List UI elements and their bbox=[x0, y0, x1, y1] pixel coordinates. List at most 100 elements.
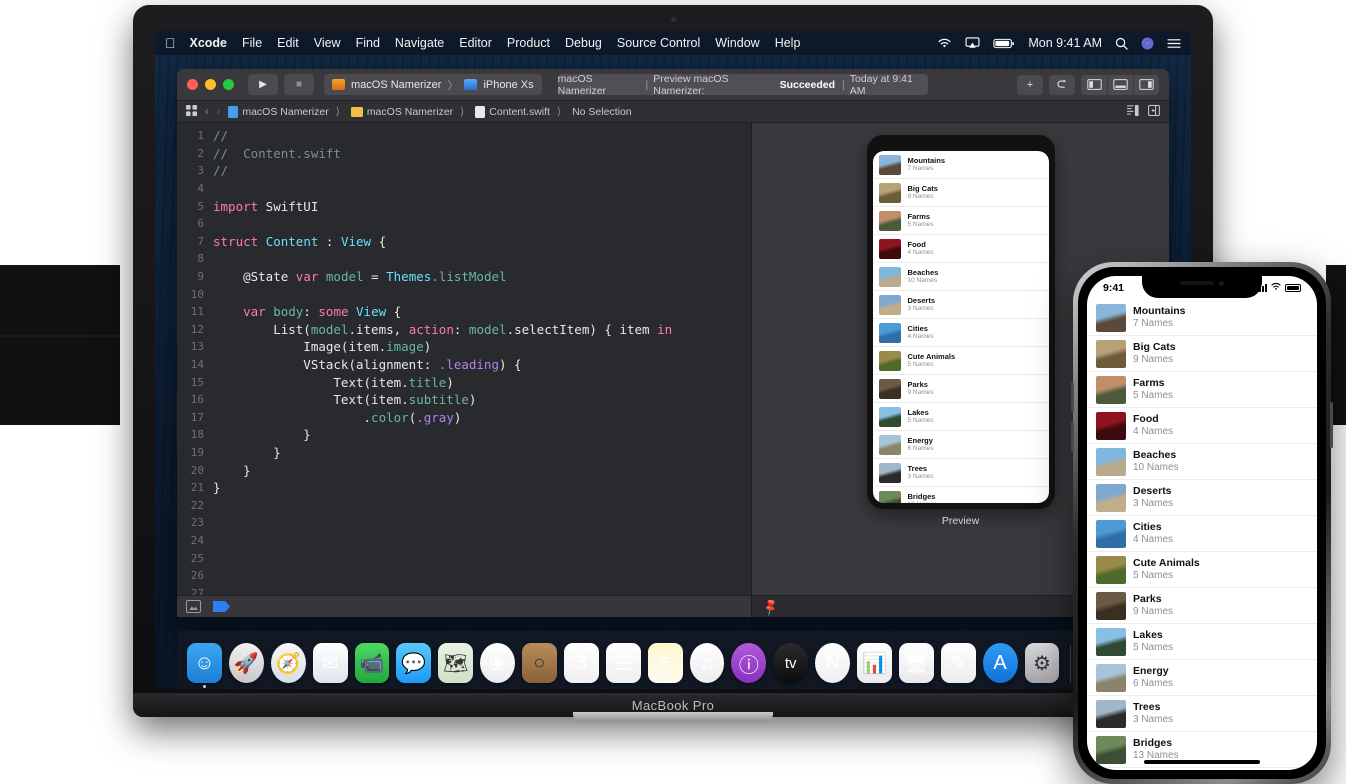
code-line[interactable]: 21} bbox=[177, 479, 751, 497]
add-button[interactable]: + bbox=[1017, 74, 1043, 95]
list-item[interactable]: Farms 5 Names bbox=[1087, 372, 1317, 408]
code-line[interactable]: 2 // Content.swift bbox=[177, 145, 751, 163]
breadcrumb-selection[interactable]: No Selection bbox=[572, 106, 632, 118]
iphone-volume-up-button[interactable] bbox=[1071, 382, 1074, 412]
list-item[interactable]: Parks 9 Names bbox=[872, 375, 1049, 403]
code-lines[interactable]: 1 // 2 // Content.swift 3 // 4 5 import SwiftUI 6… bbox=[177, 123, 751, 595]
list-item[interactable]: Big Cats 9 Names bbox=[1087, 336, 1317, 372]
stop-square-icon[interactable]: ■ bbox=[284, 74, 314, 95]
dock-item-messages[interactable]: 💬 bbox=[396, 643, 432, 683]
code-line[interactable]: 7 struct Content : View { bbox=[177, 233, 751, 251]
dock-item-calendar[interactable]: 3 bbox=[563, 643, 599, 683]
wifi-icon[interactable] bbox=[937, 37, 952, 49]
menu-item-debug[interactable]: Debug bbox=[565, 36, 602, 50]
pin-icon[interactable]: 📌 bbox=[760, 596, 780, 616]
dock-item-news[interactable]: N bbox=[815, 643, 850, 683]
code-line[interactable]: 10 bbox=[177, 285, 751, 303]
menubar-clock[interactable]: Mon 9:41 AM bbox=[1028, 36, 1102, 50]
run-play-icon[interactable]: ▶ bbox=[248, 74, 278, 95]
breadcrumb-folder[interactable]: macOS Namerizer ⟩ bbox=[350, 106, 467, 118]
list-item[interactable]: Farms 5 Names bbox=[872, 207, 1049, 235]
menu-item-xcode[interactable]: Xcode bbox=[190, 36, 228, 50]
list-item[interactable]: Deserts 3 Names bbox=[872, 291, 1049, 319]
dock-item-keynote[interactable]: 🖥 bbox=[898, 643, 934, 683]
dock-item-facetime[interactable]: 📹 bbox=[354, 643, 390, 683]
list-item[interactable]: Cities 4 Names bbox=[872, 319, 1049, 347]
forward-button[interactable]: › bbox=[217, 106, 221, 118]
dock-item-finder[interactable]: ☺ bbox=[187, 643, 222, 688]
dock-item-safari[interactable]: 🧭 bbox=[270, 643, 306, 683]
code-line[interactable]: 14 VStack(alignment: .leading) { bbox=[177, 356, 751, 374]
code-line[interactable]: 13 Image(item.image) bbox=[177, 338, 751, 356]
code-line[interactable]: 22 bbox=[177, 496, 751, 514]
menu-item-view[interactable]: View bbox=[314, 36, 341, 50]
code-line[interactable]: 3 // bbox=[177, 162, 751, 180]
code-line[interactable]: 11 var body: some View { bbox=[177, 303, 751, 321]
dock-item-itunes[interactable]: ♫ bbox=[689, 643, 725, 683]
code-line[interactable]: 18 } bbox=[177, 426, 751, 444]
dock-item-contacts[interactable]: ○ bbox=[522, 643, 557, 683]
scheme-selector[interactable]: macOS Namerizer 〉 iPhone Xs bbox=[324, 74, 542, 95]
related-items-icon[interactable] bbox=[186, 104, 197, 119]
list-item[interactable]: Energy 6 Names bbox=[872, 431, 1049, 459]
menu-item-edit[interactable]: Edit bbox=[277, 36, 299, 50]
list-item[interactable]: Beaches 10 Names bbox=[872, 263, 1049, 291]
list-item[interactable]: Lakes 5 Names bbox=[1087, 624, 1317, 660]
list-item[interactable]: Food 4 Names bbox=[1087, 408, 1317, 444]
jump-arrow-icon[interactable] bbox=[1049, 74, 1075, 95]
list-item[interactable]: Trees 3 Names bbox=[1087, 696, 1317, 732]
iphone-power-button[interactable] bbox=[1330, 402, 1333, 448]
battery-icon[interactable] bbox=[993, 38, 1015, 49]
code-line[interactable]: 27 bbox=[177, 584, 751, 595]
code-line[interactable]: 17 .color(.gray) bbox=[177, 409, 751, 427]
list-item[interactable]: Parks 9 Names bbox=[1087, 588, 1317, 624]
bottom-panel-icon[interactable] bbox=[1107, 74, 1133, 95]
back-button[interactable]: ‹ bbox=[205, 106, 209, 118]
minimize-button[interactable] bbox=[205, 79, 216, 90]
list-item[interactable]: Bridges13 Names bbox=[873, 487, 1049, 503]
list-item[interactable]: Energy 6 Names bbox=[1087, 660, 1317, 696]
assistant-editor-icon[interactable] bbox=[1148, 104, 1160, 119]
dock-item-app-store[interactable]: A bbox=[982, 643, 1018, 683]
menu-item-product[interactable]: Product bbox=[507, 36, 550, 50]
zoom-button[interactable] bbox=[223, 79, 234, 90]
code-line[interactable]: 8 bbox=[177, 250, 751, 268]
apple-icon[interactable]:  bbox=[165, 36, 176, 50]
list-item[interactable]: Cute Animals 5 Names bbox=[1087, 552, 1317, 588]
iphone-home-indicator[interactable] bbox=[1144, 760, 1260, 764]
code-line[interactable]: 26 bbox=[177, 567, 751, 585]
left-panel-icon[interactable] bbox=[1081, 75, 1107, 95]
image-literal-icon[interactable] bbox=[186, 600, 201, 613]
list-item[interactable]: Cities 4 Names bbox=[1087, 516, 1317, 552]
dock-item-apple-tv[interactable]: tv bbox=[773, 643, 809, 683]
dock-item-notes[interactable]: ≡ bbox=[647, 643, 683, 683]
list-item[interactable]: Cute Animals 5 Names bbox=[872, 347, 1049, 375]
dock-item-maps[interactable]: 🗺 bbox=[438, 643, 474, 683]
iphone-list[interactable]: Mountains 7 Names Big Cats 9 Names Farms 5 Na… bbox=[1087, 300, 1317, 770]
menu-item-source-control[interactable]: Source Control bbox=[617, 36, 700, 50]
code-line[interactable]: 20 } bbox=[177, 461, 751, 479]
dock-item-system-preferences[interactable]: ⚙ bbox=[1024, 643, 1060, 683]
right-panel-icon[interactable] bbox=[1133, 74, 1159, 95]
dock-item-mail[interactable]: ✉ bbox=[312, 643, 348, 683]
minimap-icon[interactable] bbox=[1127, 104, 1139, 119]
code-line[interactable]: 19 } bbox=[177, 444, 751, 462]
dock-item-podcasts[interactable]: ⓘ bbox=[731, 643, 767, 683]
dock-item-pages[interactable]: ✎ bbox=[940, 643, 976, 683]
menu-item-editor[interactable]: Editor bbox=[459, 36, 492, 50]
window-traffic-lights[interactable] bbox=[187, 79, 234, 90]
siri-icon[interactable] bbox=[1141, 37, 1154, 50]
search-icon[interactable] bbox=[1115, 37, 1128, 50]
control-center-icon[interactable] bbox=[1167, 38, 1181, 49]
menu-item-window[interactable]: Window bbox=[715, 36, 759, 50]
code-line[interactable]: 6 bbox=[177, 215, 751, 233]
dock-item-photos[interactable]: ❀ bbox=[480, 643, 515, 683]
list-item[interactable]: Trees 3 Names bbox=[872, 459, 1049, 487]
code-line[interactable]: 5 import SwiftUI bbox=[177, 197, 751, 215]
code-line[interactable]: 16 Text(item.subtitle) bbox=[177, 391, 751, 409]
menu-item-find[interactable]: Find bbox=[356, 36, 380, 50]
source-editor[interactable]: 1 // 2 // Content.swift 3 // 4 5 import SwiftUI 6… bbox=[177, 123, 752, 617]
menu-item-file[interactable]: File bbox=[242, 36, 262, 50]
code-line[interactable]: 4 bbox=[177, 180, 751, 198]
menu-item-help[interactable]: Help bbox=[775, 36, 801, 50]
